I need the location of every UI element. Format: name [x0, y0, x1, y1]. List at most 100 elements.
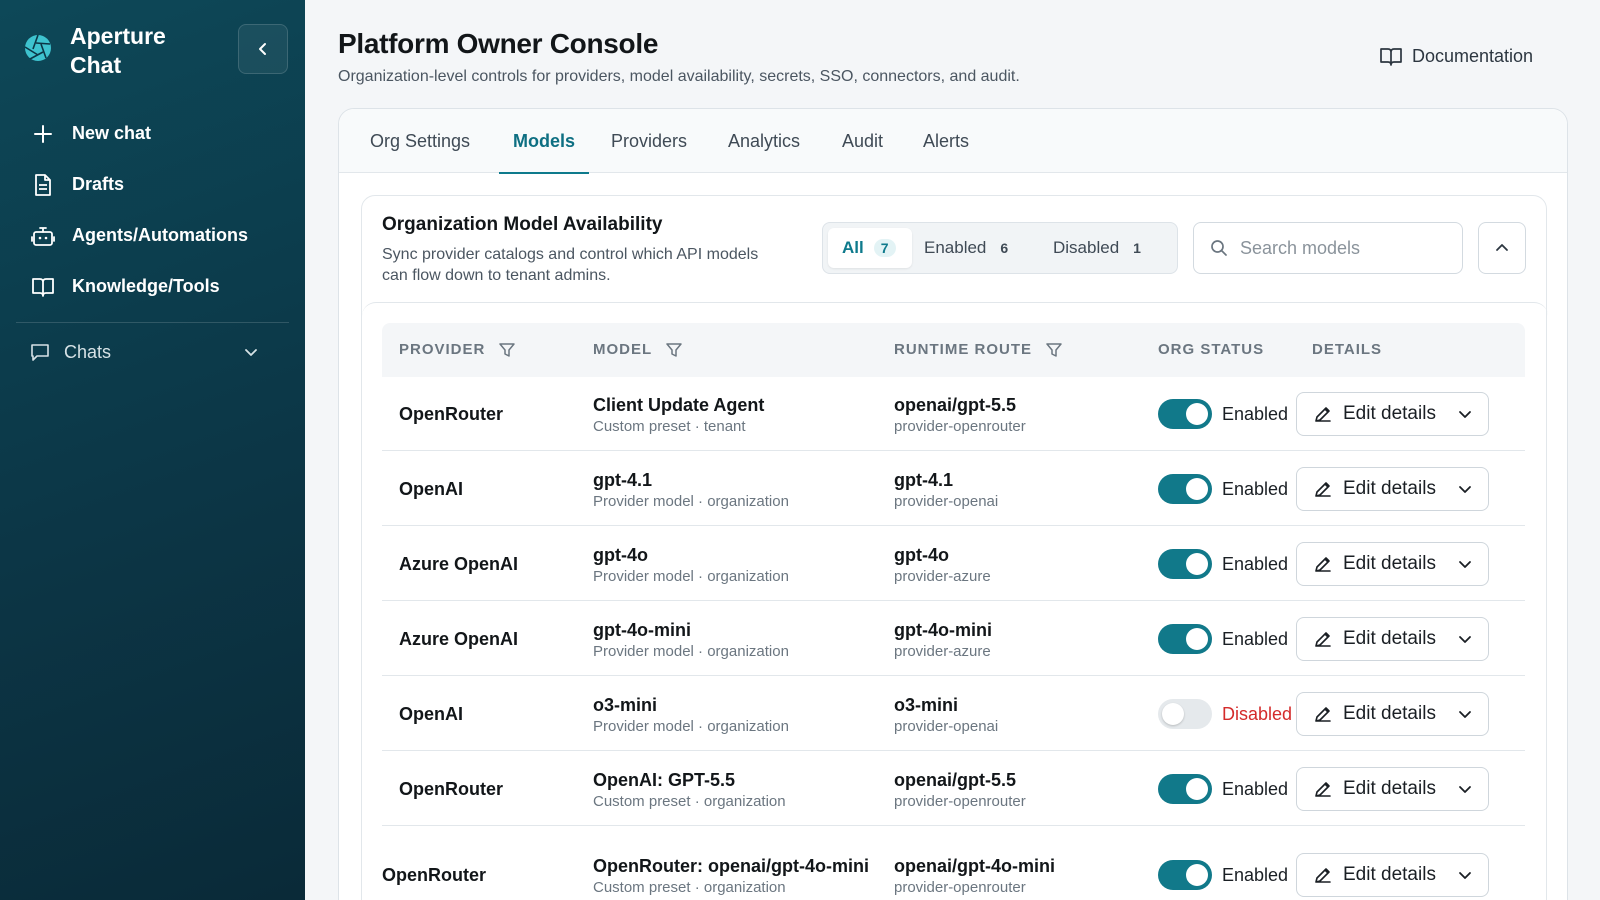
pencil-icon: [1313, 704, 1333, 724]
route-provider: provider-azure: [894, 642, 991, 660]
filter-icon[interactable]: [499, 342, 516, 358]
tab-alerts[interactable]: Alerts: [923, 109, 969, 173]
brand[interactable]: Aperture Chat: [24, 22, 200, 80]
table-row: Azure OpenAI gpt-4o-mini Provider model …: [382, 602, 1525, 676]
column-label: ORG STATUS: [1158, 341, 1265, 358]
tab-audit[interactable]: Audit: [842, 109, 883, 173]
edit-details-button[interactable]: Edit details: [1296, 617, 1489, 661]
provider-cell: OpenAI: [399, 452, 463, 526]
route-provider: provider-azure: [894, 567, 991, 585]
status-toggle[interactable]: [1158, 399, 1212, 429]
provider-name: OpenRouter: [399, 778, 504, 799]
filter-label: All: [842, 238, 864, 257]
edit-details-label: Edit details: [1343, 703, 1436, 724]
chevron-down-icon: [1458, 707, 1472, 721]
edit-details-button[interactable]: Edit details: [1296, 767, 1489, 811]
filter-enabled[interactable]: Enabled 6: [924, 228, 1034, 268]
sidebar-item-agents-automations[interactable]: Agents/Automations: [30, 210, 290, 261]
edit-details-button[interactable]: Edit details: [1296, 392, 1489, 436]
chevron-down-icon: [245, 349, 257, 356]
status-cell: Enabled: [1158, 602, 1288, 676]
status-label: Enabled: [1222, 778, 1289, 799]
status-cell: Enabled: [1158, 827, 1288, 900]
page-subtitle: Organization-level controls for provider…: [338, 68, 1020, 85]
pencil-icon: [1313, 479, 1333, 499]
filter-disabled[interactable]: Disabled 1: [1053, 228, 1173, 268]
model-source: Custom preset · tenant: [593, 417, 746, 435]
column-label: RUNTIME ROUTE: [894, 341, 1032, 358]
route-name: openai/gpt-5.5: [894, 769, 1017, 790]
model-source: Provider model · organization: [593, 642, 789, 660]
edit-details-button[interactable]: Edit details: [1296, 542, 1489, 586]
book-icon: [1380, 47, 1402, 67]
sidebar-item-knowledge-tools[interactable]: Knowledge/Tools: [30, 261, 290, 312]
filter-icon[interactable]: [1046, 342, 1062, 358]
models-table: PROVIDER MODEL RUNTIME ROUTE ORG STATUS …: [362, 302, 1548, 900]
status-label: Enabled: [1222, 478, 1289, 499]
table-row: Azure OpenAI gpt-4o Provider model · org…: [382, 527, 1525, 601]
edit-details-button[interactable]: Edit details: [1296, 467, 1489, 511]
sidebar-item-new-chat[interactable]: New chat: [30, 108, 290, 159]
brand-name: Aperture Chat: [70, 23, 166, 78]
filter-label: Disabled: [1053, 238, 1120, 257]
route-provider: provider-openai: [894, 717, 999, 735]
filter-count: 7: [873, 239, 896, 257]
model-name: o3-mini: [593, 694, 658, 715]
table-row: OpenRouter OpenAI: GPT-5.5 Custom preset…: [382, 752, 1525, 826]
table-row: OpenRouter OpenRouter: openai/gpt-4o-min…: [382, 827, 1525, 900]
search-input[interactable]: [1240, 237, 1440, 259]
status-toggle[interactable]: [1158, 774, 1212, 804]
edit-details-label: Edit details: [1343, 864, 1436, 885]
filter-icon[interactable]: [666, 342, 682, 358]
collapse-card-button[interactable]: [1478, 222, 1526, 274]
edit-details-label: Edit details: [1343, 778, 1436, 799]
chevron-up-icon: [1496, 244, 1508, 251]
tab-providers[interactable]: Providers: [611, 109, 687, 173]
route-name: openai/gpt-5.5: [894, 394, 1017, 415]
model-availability-card: Organization Model Availability Sync pro…: [361, 195, 1548, 900]
tab-org-settings[interactable]: Org Settings: [370, 109, 470, 173]
chats-section-toggle[interactable]: Chats: [30, 336, 258, 368]
status-toggle[interactable]: [1158, 860, 1212, 890]
edit-details-button[interactable]: Edit details: [1296, 692, 1489, 736]
console-panel: Org Settings Models Providers Analytics …: [338, 108, 1568, 900]
model-source: Custom preset · organization: [593, 878, 786, 896]
column-org-status: ORG STATUS: [1158, 323, 1264, 377]
chevron-down-icon: [1458, 632, 1472, 646]
model-cell: gpt-4o-mini Provider model · organizatio…: [593, 602, 873, 676]
tab-analytics[interactable]: Analytics: [728, 109, 800, 173]
book-icon: [30, 274, 56, 300]
status-cell: Enabled: [1158, 377, 1288, 451]
status-toggle[interactable]: [1158, 549, 1212, 579]
status-cell: Enabled: [1158, 752, 1288, 826]
model-source: Custom preset · organization: [593, 792, 786, 810]
sidebar: Aperture Chat New chat Drafts Agents/Aut…: [0, 0, 305, 900]
provider-name: Azure OpenAI: [399, 628, 519, 649]
plus-icon: [30, 121, 56, 147]
tab-bar: Org Settings Models Providers Analytics …: [339, 109, 1567, 174]
provider-cell: OpenRouter: [399, 752, 503, 826]
filter-label: Enabled: [924, 238, 987, 257]
status-toggle[interactable]: [1158, 699, 1212, 729]
route-cell: gpt-4o-mini provider-azure: [894, 602, 992, 676]
status-toggle[interactable]: [1158, 474, 1212, 504]
search-icon: [1211, 240, 1227, 256]
filter-count: 6: [1000, 240, 1009, 256]
column-label: DETAILS: [1312, 341, 1383, 358]
edit-details-button[interactable]: Edit details: [1296, 853, 1489, 897]
documentation-link[interactable]: Documentation: [1380, 46, 1533, 67]
tab-models[interactable]: Models: [498, 109, 590, 174]
route-name: openai/gpt-4o-mini: [894, 855, 1055, 876]
collapse-sidebar-button[interactable]: [238, 24, 288, 74]
model-cell: o3-mini Provider model · organization: [593, 677, 873, 751]
edit-details-label: Edit details: [1343, 628, 1436, 649]
sidebar-item-drafts[interactable]: Drafts: [30, 159, 290, 210]
chats-label: Chats: [64, 341, 112, 362]
filter-all[interactable]: All 7: [828, 228, 912, 268]
model-cell: OpenRouter: openai/gpt-4o-mini Custom pr…: [593, 827, 873, 900]
table-row: OpenAI gpt-4.1 Provider model · organiza…: [382, 452, 1525, 526]
model-source: Provider model · organization: [593, 567, 789, 585]
chevron-down-icon: [1458, 782, 1472, 796]
status-toggle[interactable]: [1158, 624, 1212, 654]
provider-name: OpenAI: [399, 703, 464, 724]
